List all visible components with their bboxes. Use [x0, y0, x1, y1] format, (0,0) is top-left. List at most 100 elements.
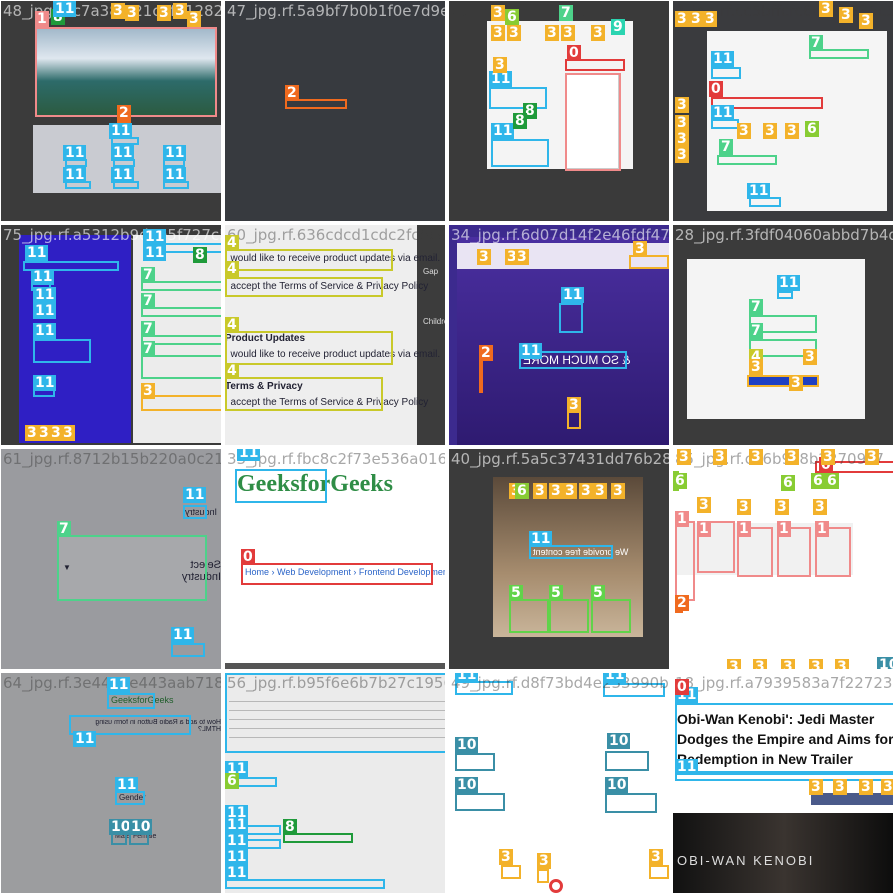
tag-11: 11 [63, 167, 87, 183]
tag-11: 11 [675, 759, 699, 775]
tag-1: 1 [697, 521, 711, 537]
tile-caption: 75_jpg.rf.a5312b9d7e5f727c5cca9c6c2fe2 [3, 226, 221, 244]
tag-3: 3 [649, 849, 663, 865]
tag-3: 3 [689, 11, 703, 27]
tag-9: 9 [611, 19, 625, 35]
tag-11: 11 [53, 1, 77, 17]
tag-7: 7 [57, 521, 71, 537]
tile-7: 28_jpg.rf.3fdf04060abbd7b4d1c2 11 7 7 4 … [672, 224, 894, 446]
tag-3: 3 [173, 3, 187, 19]
checkbox-box [225, 249, 393, 271]
tag-1: 1 [35, 11, 49, 27]
tag-6: 6 [811, 473, 825, 489]
tag-11: 11 [529, 531, 553, 547]
checkbox-box [225, 377, 383, 411]
headline-box [675, 703, 893, 773]
text-box [171, 643, 205, 657]
photo-box [591, 599, 631, 633]
field-box [141, 355, 221, 379]
tag-3: 3 [737, 499, 751, 515]
tag-3: 3 [61, 425, 75, 441]
tag-11: 11 [163, 167, 187, 183]
tag-11: 11 [225, 673, 249, 675]
tag-10: 10 [455, 777, 479, 793]
tag-7: 7 [719, 139, 733, 155]
tag-11: 11 [163, 145, 187, 161]
tag-11: 11 [561, 287, 585, 303]
checkbox-box [225, 277, 383, 297]
tag-3: 3 [803, 349, 817, 365]
tag-3: 3 [675, 147, 689, 163]
input-box [455, 793, 505, 811]
tag-6: 6 [515, 483, 529, 499]
tag-11: 11 [33, 323, 57, 339]
breadcrumb-box [241, 563, 433, 585]
tile-10: 40_jpg.rf.5a5c37431dd76b28592a We provid… [448, 448, 670, 670]
tag-11: 11 [143, 245, 167, 261]
tag-11: 11 [747, 183, 771, 199]
tag-7: 7 [559, 5, 573, 21]
tag-3: 3 [477, 249, 491, 265]
tag-3: 3 [839, 7, 853, 23]
tag-11: 11 [225, 833, 249, 849]
desc-box [491, 139, 549, 167]
tag-3: 3 [785, 449, 799, 465]
photo-box [509, 599, 549, 633]
tag-10: 10 [877, 657, 893, 669]
tag-11: 11 [107, 677, 131, 693]
tag-3: 3 [819, 1, 833, 17]
tile-caption: 40_jpg.rf.5a5c37431dd76b28592a [451, 450, 670, 468]
tag-11: 11 [711, 51, 735, 67]
tag-3: 3 [859, 13, 873, 29]
tag-3: 3 [727, 659, 741, 669]
bottom-strip [225, 663, 445, 669]
tag-6: 6 [781, 475, 795, 491]
tag-3: 3 [697, 497, 711, 513]
tag-6: 6 [505, 9, 519, 25]
tag-3: 3 [491, 25, 505, 41]
tag-3: 3 [677, 449, 691, 465]
tag-5: 5 [509, 585, 523, 601]
tag-10: 10 [129, 819, 153, 835]
sidebar-label: Children [423, 317, 445, 326]
tag-3: 3 [781, 659, 795, 669]
tag-6: 6 [805, 121, 819, 137]
tag-6: 6 [673, 473, 687, 489]
tag-7: 7 [141, 341, 155, 357]
tag-11: 11 [111, 145, 135, 161]
tag-3: 3 [141, 383, 155, 399]
tag-0: 0 [709, 81, 723, 97]
text-box [777, 291, 793, 299]
tile-4: 75_jpg.rf.a5312b9d7e5f727c5cca9c6c2fe2 1… [0, 224, 222, 446]
tile-caption: 61_jpg.rf.8712b15b220a0c21c1c0a5d1f0e2 [3, 450, 221, 468]
tag-3: 3 [753, 659, 767, 669]
text-box [711, 67, 741, 79]
tag-1: 1 [737, 521, 751, 537]
tag-0: 0 [567, 45, 581, 61]
checkbox-box [225, 331, 393, 365]
tag-3: 3 [833, 779, 847, 795]
tile-14: 49_jpg.rf.d8f73bd4e233990ba73c 11 11 10 … [448, 672, 670, 894]
tag-3: 3 [507, 25, 521, 41]
film-logo: OBI-WAN KENOBI [677, 853, 815, 868]
tag-0: 0 [241, 549, 255, 565]
tag-11: 11 [111, 167, 135, 183]
tag-3: 3 [835, 659, 849, 669]
tag-11: 11 [109, 123, 133, 139]
tile-1: 47_jpg.rf.5a9bf7b0b1f0e7d9ec1f3b0debe19d… [224, 0, 446, 222]
tag-3: 3 [515, 249, 529, 265]
tile-caption: 18_jpg.rf.a7939583a7f22723d04a9adfc [675, 674, 893, 692]
input-box [605, 793, 657, 813]
tile-caption: 85_jpg.rf.c36b9c8b22709c7 [675, 450, 884, 468]
tag-3: 3 [675, 131, 689, 147]
tag-5: 5 [549, 585, 563, 601]
tag-7: 7 [141, 293, 155, 309]
tag-3: 3 [111, 3, 125, 19]
tag-3: 3 [749, 449, 763, 465]
tag-3: 3 [865, 449, 879, 465]
tile-12: 64_jpg.rf.3e44a0e443aab7186a GeeksforGee… [0, 672, 222, 894]
tag-11: 11 [777, 275, 801, 291]
tag-3: 3 [561, 25, 575, 41]
tag-3: 3 [859, 779, 873, 795]
tag-3: 3 [749, 359, 763, 375]
